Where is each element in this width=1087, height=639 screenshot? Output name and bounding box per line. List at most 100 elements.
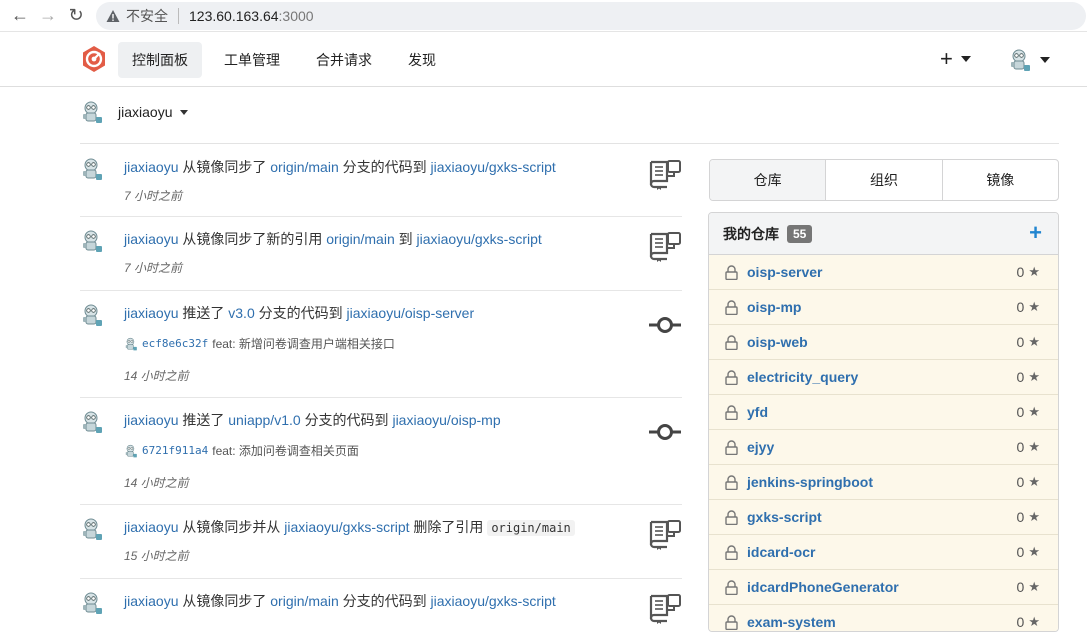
- repo-stars: 0 ★: [1017, 544, 1040, 560]
- feed-repo-link[interactable]: jiaxiaoyu/oisp-server: [347, 305, 475, 321]
- address-bar[interactable]: 不安全 123.60.163.64:3000: [96, 1, 1086, 30]
- repo-list-title: 我的仓库: [723, 225, 779, 242]
- star-count: 0: [1016, 579, 1025, 595]
- repo-stars: 0 ★: [1017, 334, 1040, 350]
- repo-name-link[interactable]: electricity_query: [747, 369, 858, 385]
- repo-count-badge: 55: [787, 224, 813, 243]
- repo-stars: 0 ★: [1017, 474, 1040, 490]
- feed-ref-link[interactable]: origin/main: [270, 159, 338, 175]
- feed-repo-link[interactable]: jiaxiaoyu/gxks-script: [431, 159, 556, 175]
- repo-stars: 0 ★: [1017, 509, 1040, 525]
- repo-item[interactable]: exam-system 0 ★: [709, 605, 1058, 631]
- repo-stars: 0 ★: [1017, 579, 1040, 595]
- feed-time: 7 小时之前: [124, 261, 183, 275]
- star-icon: ★: [1028, 334, 1040, 349]
- feed-ref-link[interactable]: uniapp/v1.0: [228, 412, 300, 428]
- avatar[interactable]: [80, 591, 104, 615]
- menu-dashboard[interactable]: 控制面板: [118, 42, 202, 78]
- url-separator: [178, 7, 179, 24]
- url-port: :3000: [278, 7, 314, 24]
- lock-icon: [725, 370, 738, 385]
- warning-icon: [106, 9, 120, 22]
- lock-icon: [725, 335, 738, 350]
- feed-item: jiaxiaoyu 从镜像同步了 origin/main 分支的代码到 jiax…: [80, 579, 682, 639]
- avatar[interactable]: [80, 229, 104, 253]
- avatar[interactable]: [80, 517, 104, 541]
- feed-text: jiaxiaoyu 从镜像同步并从 jiaxiaoyu/gxks-script …: [124, 517, 575, 537]
- repo-name-link[interactable]: idcardPhoneGenerator: [747, 579, 899, 595]
- feed-user-link[interactable]: jiaxiaoyu: [124, 519, 178, 535]
- back-icon[interactable]: ←: [6, 2, 34, 30]
- repo-name-link[interactable]: yfd: [747, 404, 768, 420]
- tab-mirrors[interactable]: 镜像: [941, 160, 1058, 200]
- feed-ref-link[interactable]: v3.0: [228, 305, 254, 321]
- menu-issues[interactable]: 工单管理: [210, 42, 294, 78]
- context-switcher[interactable]: jiaxiaoyu: [80, 100, 189, 124]
- avatar[interactable]: [80, 303, 104, 327]
- commit-sha-link[interactable]: 6721f911a4: [142, 444, 208, 457]
- chevron-down-icon: [1040, 57, 1050, 63]
- deleted-ref-code: origin/main: [487, 520, 575, 536]
- feed-user-link[interactable]: jiaxiaoyu: [124, 159, 178, 175]
- lock-icon: [725, 510, 738, 525]
- tab-organizations[interactable]: 组织: [825, 160, 941, 200]
- repo-name-link[interactable]: exam-system: [747, 614, 836, 630]
- repo-item[interactable]: yfd 0 ★: [709, 395, 1058, 430]
- repo-item[interactable]: oisp-server 0 ★: [709, 255, 1058, 290]
- repo-item[interactable]: idcardPhoneGenerator 0 ★: [709, 570, 1058, 605]
- feed-action: 从镜像同步了: [182, 159, 267, 175]
- feed-repo-link[interactable]: jiaxiaoyu/gxks-script: [284, 519, 409, 535]
- star-count: 0: [1016, 264, 1025, 280]
- feed-user-link[interactable]: jiaxiaoyu: [124, 231, 178, 247]
- feed-repo-link[interactable]: jiaxiaoyu/gxks-script: [431, 593, 556, 609]
- reload-icon[interactable]: ↻: [62, 2, 90, 30]
- repo-name-link[interactable]: oisp-mp: [747, 299, 801, 315]
- tab-repositories[interactable]: 仓库: [710, 160, 826, 200]
- feed-repo-link[interactable]: jiaxiaoyu/oisp-mp: [392, 412, 500, 428]
- repo-stars: 0 ★: [1017, 299, 1040, 315]
- commit-icon: [648, 416, 682, 448]
- repo-list-header: 我的仓库 55 +: [709, 213, 1058, 255]
- repo-name-link[interactable]: oisp-web: [747, 334, 808, 350]
- feed-time: 14 小时之前: [124, 476, 189, 490]
- repo-item[interactable]: jenkins-springboot 0 ★: [709, 465, 1058, 500]
- repo-name-link[interactable]: oisp-server: [747, 264, 822, 280]
- add-repo-button[interactable]: +: [1029, 222, 1042, 244]
- commit-sha-link[interactable]: ecf8e6c32f: [142, 337, 208, 350]
- avatar[interactable]: [80, 157, 104, 181]
- feed-repo-link[interactable]: jiaxiaoyu/gxks-script: [417, 231, 542, 247]
- repo-name-link[interactable]: jenkins-springboot: [747, 474, 873, 490]
- feed-text: jiaxiaoyu 推送了 uniapp/v1.0 分支的代码到 jiaxiao…: [124, 410, 501, 430]
- feed-user-link[interactable]: jiaxiaoyu: [124, 305, 178, 321]
- lock-icon: [725, 265, 738, 280]
- repo-name-link[interactable]: idcard-ocr: [747, 544, 815, 560]
- star-count: 0: [1016, 474, 1025, 490]
- repo-item[interactable]: electricity_query 0 ★: [709, 360, 1058, 395]
- url-host: 123.60.163.64: [189, 7, 279, 24]
- feed-user-link[interactable]: jiaxiaoyu: [124, 593, 178, 609]
- commit-icon: [648, 309, 682, 341]
- create-new-button[interactable]: +: [940, 47, 971, 71]
- feed-mid: 到: [398, 231, 413, 247]
- feed-user-link[interactable]: jiaxiaoyu: [124, 412, 178, 428]
- repo-item[interactable]: gxks-script 0 ★: [709, 500, 1058, 535]
- menu-explore[interactable]: 发现: [394, 42, 450, 78]
- avatar: [124, 337, 138, 351]
- lock-icon: [725, 405, 738, 420]
- menu-pull-requests[interactable]: 合并请求: [302, 42, 386, 78]
- feed-item: jiaxiaoyu 从镜像同步了 origin/main 分支的代码到 jiax…: [80, 145, 682, 217]
- repo-name-link[interactable]: gxks-script: [747, 509, 822, 525]
- feed-ref-link[interactable]: origin/main: [270, 593, 338, 609]
- repo-mirror-icon: [648, 519, 682, 551]
- user-menu-button[interactable]: [1008, 48, 1050, 72]
- repo-item[interactable]: ejyy 0 ★: [709, 430, 1058, 465]
- repo-item[interactable]: oisp-web 0 ★: [709, 325, 1058, 360]
- repo-name-link[interactable]: ejyy: [747, 439, 774, 455]
- forward-icon[interactable]: →: [34, 2, 62, 30]
- avatar[interactable]: [80, 410, 104, 434]
- repo-item[interactable]: oisp-mp 0 ★: [709, 290, 1058, 325]
- feed-ref-link[interactable]: origin/main: [326, 231, 394, 247]
- repo-item[interactable]: idcard-ocr 0 ★: [709, 535, 1058, 570]
- feed-mid: 分支的代码到: [304, 412, 389, 428]
- gitea-logo-icon[interactable]: [80, 45, 108, 73]
